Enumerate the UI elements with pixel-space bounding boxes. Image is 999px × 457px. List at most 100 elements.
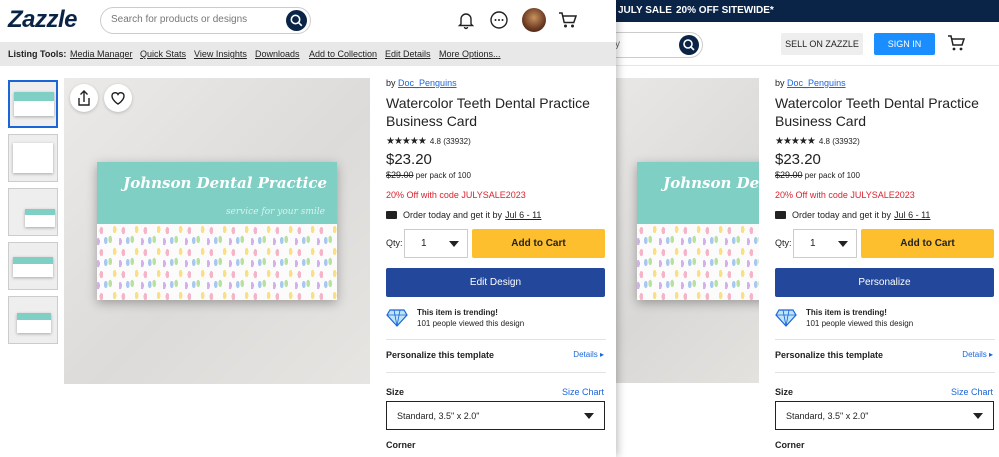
thumbnail-card-plant[interactable] [8, 188, 58, 236]
tool-add-to-collection[interactable]: Add to Collection [309, 49, 377, 59]
promo-discount-text: 20% OFF SITEWIDE* [676, 5, 774, 16]
thumbnail-card-back[interactable] [8, 134, 58, 182]
bg-diamond-icon [775, 309, 797, 327]
thumbnail-card-desk[interactable] [8, 296, 58, 344]
tool-view-insights[interactable]: View Insights [194, 49, 247, 59]
sign-in-button[interactable]: SIGN IN [874, 33, 935, 55]
size-chart-link[interactable]: Size Chart [562, 387, 604, 397]
divider [775, 372, 995, 373]
thumbnail-card-front[interactable] [8, 80, 58, 128]
bg-corner-label: Corner [775, 440, 805, 450]
bg-details-label: Details [962, 350, 987, 359]
divider [775, 339, 995, 340]
trending-sub: 101 people viewed this design [417, 319, 525, 328]
chat-icon[interactable] [489, 10, 509, 30]
card-teeth-pattern [97, 224, 337, 300]
bg-size-select[interactable]: Standard, 3.5" x 2.0" [775, 401, 994, 430]
bg-search-icon[interactable] [679, 35, 699, 55]
rating[interactable]: ★★★★★ 4.8 (33932) [386, 136, 606, 147]
bg-product-title: Watercolor Teeth Dental Practice Busines… [775, 95, 979, 129]
listing-tools-label: Listing Tools: [8, 49, 67, 59]
product-image[interactable]: Johnson Dental Practice service for your… [64, 78, 370, 384]
avatar[interactable] [522, 8, 546, 32]
zazzle-logo[interactable]: Zazzle [8, 6, 78, 34]
stars-icon: ★★★★★ [386, 136, 427, 147]
original-price: $29.00 [386, 170, 414, 180]
bg-chevron-down-icon [838, 241, 848, 247]
favorite-button[interactable] [104, 84, 132, 112]
bg-qty-select[interactable]: 1 [793, 229, 857, 258]
tool-edit-details[interactable]: Edit Details [385, 49, 431, 59]
size-value: Standard, 3.5" x 2.0" [397, 411, 480, 421]
bg-promo-code: 20% Off with code JULYSALE2023 [775, 190, 915, 200]
personalize-button[interactable]: Personalize [775, 268, 994, 297]
thumbnail-card-scene[interactable] [8, 242, 58, 290]
corner-label: Corner [386, 440, 416, 450]
price: $23.20 [386, 151, 432, 168]
bg-details-link[interactable]: Details ▸ [962, 350, 993, 359]
share-icon [78, 90, 90, 106]
divider [386, 372, 606, 373]
cart-icon[interactable] [558, 10, 578, 30]
bg-personalize-template[interactable]: Personalize this template Details ▸ [775, 350, 995, 364]
bg-trending-title: This item is trending! [806, 308, 887, 317]
search-input[interactable]: Search for products or designs [100, 7, 311, 34]
ship-date-link[interactable]: Jul 6 - 11 [505, 210, 541, 220]
bg-ship-text: Order today and get it by [792, 210, 892, 220]
bg-truck-icon [775, 211, 786, 219]
add-to-cart-button[interactable]: Add to Cart [472, 229, 605, 258]
bg-cart-icon[interactable] [947, 34, 966, 52]
header: Zazzle Search for products or designs [0, 0, 616, 42]
qty-value: 1 [421, 238, 427, 249]
trending-title: This item is trending! [417, 308, 498, 317]
details-label: Details [573, 350, 598, 359]
business-card-preview: Johnson Dental Practice service for your… [97, 162, 337, 300]
shipping: Order today and get it by Jul 6 - 11 [386, 210, 606, 220]
rating-count: (33932) [443, 137, 471, 146]
bell-icon[interactable] [456, 10, 476, 30]
bg-size-chart-link[interactable]: Size Chart [951, 387, 993, 397]
foreground-product-page: Zazzle Search for products or designs Li… [0, 0, 616, 457]
per-pack: per pack of 100 [415, 171, 471, 180]
tool-more-options[interactable]: More Options... [439, 49, 501, 59]
bg-trending: This item is trending! 101 people viewed… [775, 307, 995, 331]
qty-select[interactable]: 1 [404, 229, 468, 258]
bg-add-to-cart-button[interactable]: Add to Cart [861, 229, 994, 258]
bg-by-label: by [775, 78, 785, 88]
tool-media-manager[interactable]: Media Manager [70, 49, 133, 59]
screenshot-root: JULY SALE 20% OFF SITEWIDE* y SELL ON ZA… [0, 0, 999, 457]
bg-chevron-down-icon [973, 413, 983, 419]
size-label: Size [386, 387, 405, 397]
search-icon[interactable] [286, 10, 307, 31]
bg-product-image[interactable]: Johnson Dental Practice service for your… [604, 78, 759, 383]
bg-product-info: by Doc_Penguins Watercolor Teeth Dental … [775, 78, 995, 450]
bg-shipping: Order today and get it by Jul 6 - 11 [775, 210, 995, 220]
details-link[interactable]: Details ▸ [573, 350, 604, 359]
sell-on-zazzle-button[interactable]: SELL ON ZAZZLE [781, 33, 863, 55]
diamond-icon [386, 309, 408, 327]
bg-rating-count: (33932) [832, 137, 860, 146]
rating-value: 4.8 [429, 137, 441, 146]
card-practice-name: Johnson Dental Practice [123, 174, 327, 192]
product-info: by Doc_Penguins Watercolor Teeth Dental … [386, 78, 606, 450]
search-placeholder: Search for products or designs [111, 14, 248, 25]
size-select[interactable]: Standard, 3.5" x 2.0" [386, 401, 605, 430]
designer-link[interactable]: Doc_Penguins [398, 78, 457, 88]
bg-per-pack: per pack of 100 [804, 171, 860, 180]
chevron-down-icon [584, 413, 594, 419]
bg-original-price: $29.00 [775, 170, 803, 180]
personalize-template[interactable]: Personalize this template Details ▸ [386, 350, 606, 364]
tool-quick-stats[interactable]: Quick Stats [140, 49, 186, 59]
bg-qty-label: Qty: [775, 238, 792, 248]
bg-ship-date-link[interactable]: Jul 6 - 11 [894, 210, 930, 220]
share-button[interactable] [70, 84, 98, 112]
tool-downloads[interactable]: Downloads [255, 49, 300, 59]
bg-personalize-template-label: Personalize this template [775, 350, 884, 360]
listing-tools-bar: Listing Tools: Media Manager Quick Stats… [0, 42, 616, 66]
bg-rating[interactable]: ★★★★★ 4.8 (33932) [775, 136, 995, 147]
bg-price: $23.20 [775, 151, 821, 168]
edit-design-button[interactable]: Edit Design [386, 268, 605, 297]
by-label: by [386, 78, 396, 88]
bg-size-value: Standard, 3.5" x 2.0" [786, 411, 869, 421]
bg-designer-link[interactable]: Doc_Penguins [787, 78, 846, 88]
